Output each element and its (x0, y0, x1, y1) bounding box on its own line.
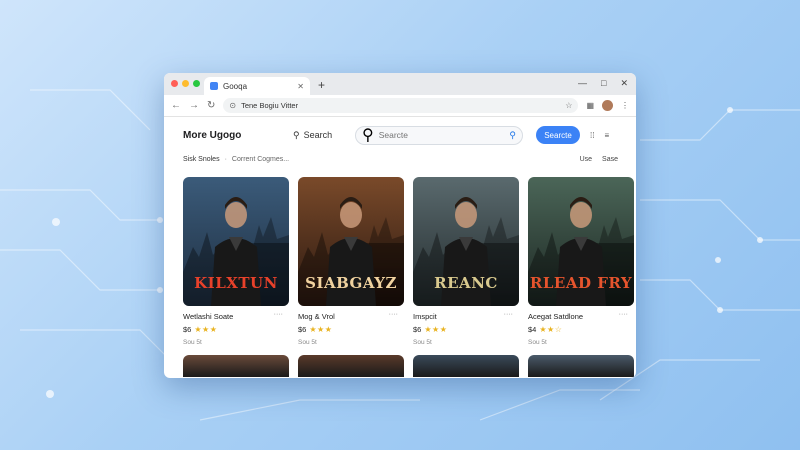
sub-action-link[interactable]: Sase (602, 156, 618, 163)
search-input[interactable] (378, 130, 505, 140)
page-content: More Ugogo ⚲ Search ⚲ ⚲ Searcte ⁞⁞ ≡ Sis… (164, 121, 636, 378)
extensions-icon[interactable]: ▦ (586, 101, 594, 110)
movie-price: $6 (298, 325, 307, 334)
tab-bar: Gooqa ✕ + — □ ✕ (164, 73, 636, 95)
window-controls: — □ ✕ (578, 78, 628, 89)
search-field[interactable]: ⚲ ⚲ (355, 125, 523, 145)
new-tab-button[interactable]: + (318, 78, 325, 92)
tab-title: Gooqa (223, 81, 248, 91)
movie-price: $6 (413, 325, 422, 334)
site-header: More Ugogo ⚲ Search ⚲ ⚲ Searcte ⁞⁞ ≡ (183, 121, 636, 149)
movie-poster[interactable]: SIABGAYZ (298, 177, 404, 306)
movie-poster[interactable]: RLEAD FRY (528, 177, 634, 306)
poster-title: KILXTUN (194, 274, 278, 292)
menu-kebab-icon[interactable]: ⋮ (621, 101, 629, 110)
sub-action-link[interactable]: Use (580, 156, 592, 163)
star-rating-icon: ★★★ (309, 325, 333, 334)
breadcrumb-item[interactable]: Corrent Cogmes... (232, 156, 289, 163)
search-field-icon: ⚲ (362, 127, 374, 144)
poster-title: RLEAD FRY (529, 274, 633, 292)
browser-toolbar: ← → ↻ ⊙ Tene Bogiu Vitter ☆ ▦ ⋮ (164, 95, 636, 117)
star-rating-icon: ★★★ (424, 325, 448, 334)
movie-submeta: Sou 5t (528, 339, 547, 346)
movie-submeta: Sou 5t (413, 339, 432, 346)
search-button[interactable]: Searcte (536, 126, 580, 144)
more-options-icon[interactable]: ···· (619, 311, 628, 318)
star-rating-icon: ★★☆ (539, 325, 563, 334)
movie-poster[interactable]: REANC (413, 177, 519, 306)
poster-title: REANC (434, 274, 498, 292)
hamburger-menu-icon[interactable]: ≡ (604, 131, 609, 140)
movie-card[interactable] (183, 355, 289, 377)
search-link[interactable]: ⚲ Search (293, 130, 355, 141)
rating-row: $4 ★★☆ (528, 325, 634, 334)
more-options-icon[interactable]: ···· (274, 311, 283, 318)
movie-poster[interactable] (183, 355, 289, 377)
browser-window: Gooqa ✕ + — □ ✕ ← → ↻ ⊙ Tene Bogiu Vitte… (164, 73, 636, 378)
movie-submeta: Sou 5t (298, 339, 317, 346)
movie-poster[interactable] (413, 355, 519, 377)
more-options-icon[interactable]: ···· (504, 311, 513, 318)
search-submit-icon[interactable]: ⚲ (509, 130, 516, 141)
rating-row: $6 ★★★ (183, 325, 289, 334)
movie-card[interactable]: REANC Imspcit ···· $6 ★★★ Sou 5t (413, 177, 519, 346)
favicon-icon (210, 82, 218, 90)
rating-row: $6 ★★★ (413, 325, 519, 334)
profile-avatar[interactable] (602, 100, 613, 111)
movie-card[interactable]: KILXTUN Wetlashi Soate ···· $6 ★★★ Sou 5… (183, 177, 289, 346)
window-traffic-lights (171, 80, 200, 87)
card-meta: Imspcit ···· $6 ★★★ Sou 5t (413, 311, 519, 346)
browser-tab[interactable]: Gooqa ✕ (204, 77, 310, 95)
poster-title: SIABGAYZ (305, 274, 397, 292)
grid-view-icon[interactable]: ⁞⁞ (590, 131, 594, 140)
card-meta: Wetlashi Soate ···· $6 ★★★ Sou 5t (183, 311, 289, 346)
search-link-label: Search (303, 130, 333, 140)
breadcrumb-item[interactable]: Sisk Snoles (183, 156, 220, 163)
rating-row: $6 ★★★ (298, 325, 404, 334)
url-text[interactable]: Tene Bogiu Vitter (241, 101, 560, 110)
movie-grid-row-2 (183, 355, 636, 377)
forward-arrow-icon[interactable]: → (189, 100, 199, 111)
movie-card[interactable] (413, 355, 519, 377)
card-meta: Mog & Vrol ···· $6 ★★★ Sou 5t (298, 311, 404, 346)
site-brand[interactable]: More Ugogo (183, 130, 293, 141)
search-icon: ⚲ (293, 129, 300, 140)
site-info-icon[interactable]: ⊙ (229, 101, 236, 110)
sub-actions: Use Sase (580, 156, 618, 163)
movie-card[interactable]: SIABGAYZ Mog & Vrol ···· $6 ★★★ Sou 5t (298, 177, 404, 346)
minimize-window-button[interactable] (182, 80, 189, 87)
back-arrow-icon[interactable]: ← (171, 100, 181, 111)
card-meta: Acegat Satdlone ···· $4 ★★☆ Sou 5t (528, 311, 634, 346)
movie-grid: KILXTUN Wetlashi Soate ···· $6 ★★★ Sou 5… (183, 177, 636, 346)
close-window-button[interactable] (171, 80, 178, 87)
close-icon[interactable]: ✕ (620, 78, 628, 89)
maximize-window-button[interactable] (193, 80, 200, 87)
movie-poster[interactable] (528, 355, 634, 377)
movie-submeta: Sou 5t (183, 339, 202, 346)
sub-navigation: Sisk Snoles · Corrent Cogmes... Use Sase (183, 151, 636, 167)
movie-card[interactable] (528, 355, 634, 377)
movie-card[interactable]: RLEAD FRY Acegat Satdlone ···· $4 ★★☆ So… (528, 177, 634, 346)
tab-close-icon[interactable]: ✕ (297, 82, 304, 91)
movie-poster[interactable] (298, 355, 404, 377)
movie-price: $6 (183, 325, 192, 334)
restore-icon[interactable]: □ (601, 78, 606, 89)
breadcrumb-separator: · (224, 155, 227, 163)
movie-card[interactable] (298, 355, 404, 377)
reload-icon[interactable]: ↻ (207, 100, 215, 111)
address-bar[interactable]: ⊙ Tene Bogiu Vitter ☆ (223, 98, 579, 113)
movie-poster[interactable]: KILXTUN (183, 177, 289, 306)
minimize-icon[interactable]: — (578, 78, 587, 89)
header-icons: ⁞⁞ ≡ (590, 131, 609, 140)
more-options-icon[interactable]: ···· (389, 311, 398, 318)
movie-price: $4 (528, 325, 537, 334)
star-rating-icon: ★★★ (194, 325, 218, 334)
bookmark-star-icon[interactable]: ☆ (565, 101, 572, 110)
